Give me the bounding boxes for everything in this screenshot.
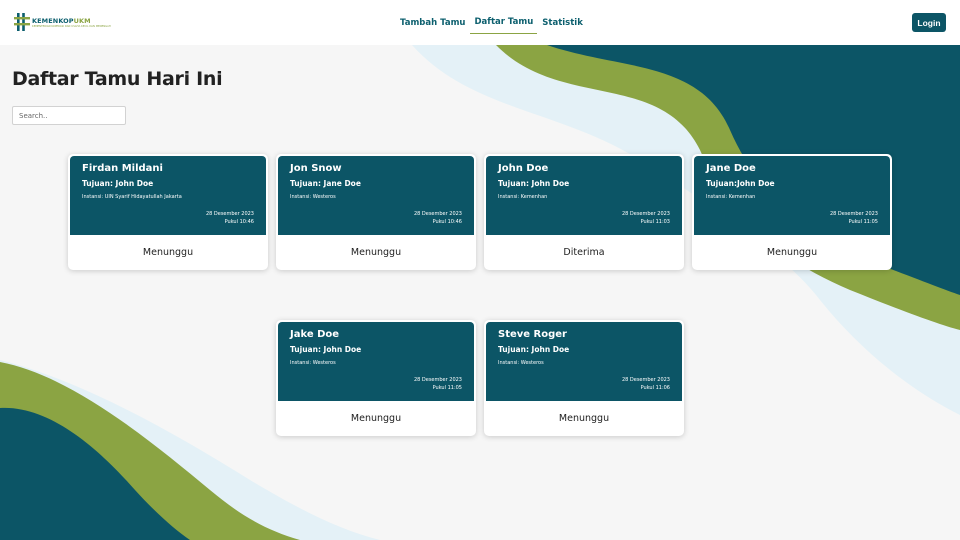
guest-time: Pukul 10:46	[224, 219, 254, 225]
guest-instansi: Instansi: Westeros	[498, 360, 544, 366]
guest-time: Pukul 10:46	[432, 219, 462, 225]
guest-name: John Doe	[498, 163, 549, 174]
guest-status: Menunggu	[142, 247, 194, 258]
guest-date: 28 Desember 2023	[621, 211, 670, 217]
navbar: KEMENKOPUKM KEMENTERIAN KOPERASI DAN USA…	[0, 0, 960, 45]
guest-status: Menunggu	[558, 413, 610, 424]
guest-card-header: Jake Doe Tujuan: John Doe Instansi: West…	[278, 322, 474, 401]
guest-tujuan: Tujuan:John Doe	[706, 179, 775, 188]
guest-date: 28 Desember 2023	[413, 211, 462, 217]
guest-name: Jon Snow	[290, 163, 342, 174]
logo-subtext: KEMENTERIAN KOPERASI DAN USAHA KECIL DAN…	[32, 24, 111, 28]
guest-time: Pukul 11:06	[640, 385, 670, 391]
guest-date: 28 Desember 2023	[621, 377, 670, 383]
guest-time: Pukul 11:05	[848, 219, 878, 225]
nav-link-statistik[interactable]: Statistik	[538, 12, 587, 34]
guest-tujuan: Tujuan: John Doe	[82, 179, 154, 188]
guest-name: Steve Roger	[498, 329, 567, 340]
guest-name: Jane Doe	[706, 163, 756, 174]
guest-card[interactable]: Jane Doe Tujuan:John Doe Instansi: Kemen…	[692, 154, 892, 270]
logo-icon	[14, 13, 30, 31]
login-button[interactable]: Login	[912, 13, 946, 32]
page-title: Daftar Tamu Hari Ini	[12, 68, 223, 90]
search-input[interactable]	[12, 106, 126, 125]
guest-card-header: Jane Doe Tujuan:John Doe Instansi: Kemen…	[694, 156, 890, 235]
nav-link-tambah-tamu[interactable]: Tambah Tamu	[396, 12, 469, 34]
guest-card-header: Jon Snow Tujuan: Jane Doe Instansi: West…	[278, 156, 474, 235]
nav-links: Tambah Tamu Daftar Tamu Statistik	[396, 0, 588, 45]
guest-card-header: Firdan Mildani Tujuan: John Doe Instansi…	[70, 156, 266, 235]
guest-instansi: Instansi: Westeros	[290, 194, 336, 200]
guest-tujuan: Tujuan: John Doe	[290, 345, 362, 354]
guest-name: Firdan Mildani	[82, 163, 163, 174]
logo-text: KEMENKOPUKM	[32, 16, 91, 25]
guest-card[interactable]: John Doe Tujuan: John Doe Instansi: Keme…	[484, 154, 684, 270]
kemenkop-ukm-logo[interactable]: KEMENKOPUKM KEMENTERIAN KOPERASI DAN USA…	[14, 13, 111, 31]
guest-time: Pukul 11:05	[432, 385, 462, 391]
guest-instansi: Instansi: Westeros	[290, 360, 336, 366]
guest-card[interactable]: Steve Roger Tujuan: John Doe Instansi: W…	[484, 320, 684, 436]
guest-tujuan: Tujuan: Jane Doe	[290, 179, 361, 188]
guest-date: 28 Desember 2023	[205, 211, 254, 217]
guest-status: Menunggu	[350, 247, 402, 258]
guest-card[interactable]: Jon Snow Tujuan: Jane Doe Instansi: West…	[276, 154, 476, 270]
guest-card[interactable]: Firdan Mildani Tujuan: John Doe Instansi…	[68, 154, 268, 270]
guest-card[interactable]: Jake Doe Tujuan: John Doe Instansi: West…	[276, 320, 476, 436]
guest-tujuan: Tujuan: John Doe	[498, 345, 570, 354]
guest-status: Diterima	[563, 247, 605, 258]
nav-link-daftar-tamu[interactable]: Daftar Tamu	[470, 12, 538, 34]
guest-instansi: Instansi: Kemenhan	[706, 194, 756, 200]
guest-card-header: Steve Roger Tujuan: John Doe Instansi: W…	[486, 322, 682, 401]
guest-time: Pukul 11:03	[640, 219, 670, 225]
guest-tujuan: Tujuan: John Doe	[498, 179, 570, 188]
guest-card-header: John Doe Tujuan: John Doe Instansi: Keme…	[486, 156, 682, 235]
guest-name: Jake Doe	[290, 329, 340, 340]
guest-status: Menunggu	[766, 247, 818, 258]
guest-date: 28 Desember 2023	[413, 377, 462, 383]
guest-date: 28 Desember 2023	[829, 211, 878, 217]
guest-instansi: Instansi: Kemenhan	[498, 194, 548, 200]
guest-instansi: Instansi: UIN Syarif Hidayatullah Jakart…	[82, 194, 182, 200]
guest-status: Menunggu	[350, 413, 402, 424]
